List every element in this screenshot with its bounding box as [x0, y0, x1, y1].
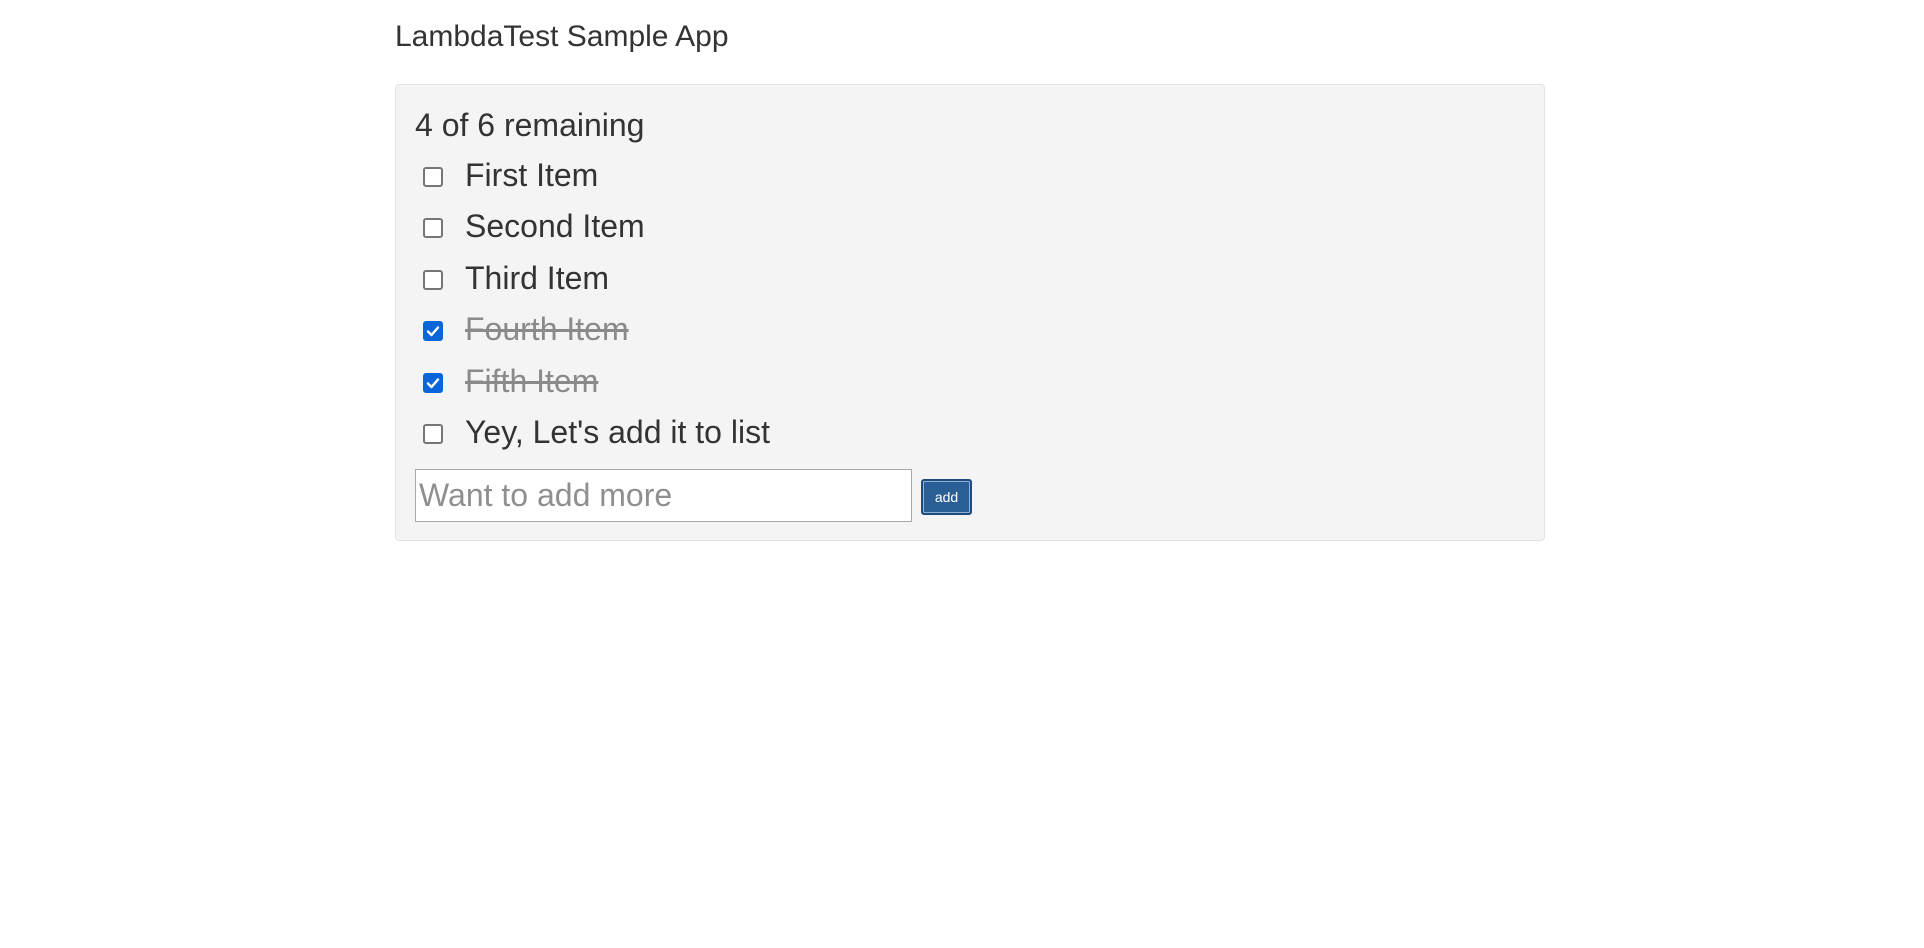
todo-list: First Item Second Item Third Item Fourth… — [415, 149, 1525, 458]
add-button[interactable]: add — [921, 478, 972, 515]
checkmark-icon — [426, 378, 440, 388]
item-label: Fourth Item — [465, 311, 629, 348]
remaining-counter: 4 of 6 remaining — [415, 107, 645, 143]
todo-panel: 4 of 6 remaining First Item Second Item … — [395, 84, 1545, 541]
list-item: Yey, Let's add it to list — [415, 407, 1525, 459]
item-label: Fifth Item — [465, 362, 599, 399]
list-item: Fifth Item — [415, 355, 1525, 407]
item-label: Second Item — [465, 208, 645, 245]
item-label: Yey, Let's add it to list — [465, 414, 770, 451]
list-item: Fourth Item — [415, 304, 1525, 356]
checkmark-icon — [426, 326, 440, 337]
item-checkbox[interactable] — [423, 218, 443, 239]
item-checkbox[interactable] — [423, 166, 443, 187]
item-checkbox[interactable] — [423, 424, 443, 445]
item-checkbox[interactable] — [423, 269, 443, 290]
list-item: Third Item — [415, 252, 1525, 304]
item-checkbox[interactable] — [423, 321, 443, 342]
app-container: LambdaTest Sample App 4 of 6 remaining F… — [395, 0, 1545, 541]
item-label: Third Item — [465, 259, 610, 296]
list-item: First Item — [415, 149, 1525, 201]
item-checkbox[interactable] — [423, 372, 443, 393]
list-item: Second Item — [415, 201, 1525, 253]
add-item-row: add — [415, 469, 1525, 522]
new-item-input[interactable] — [415, 469, 912, 522]
item-label: First Item — [465, 156, 599, 193]
page-title: LambdaTest Sample App — [395, 20, 729, 53]
